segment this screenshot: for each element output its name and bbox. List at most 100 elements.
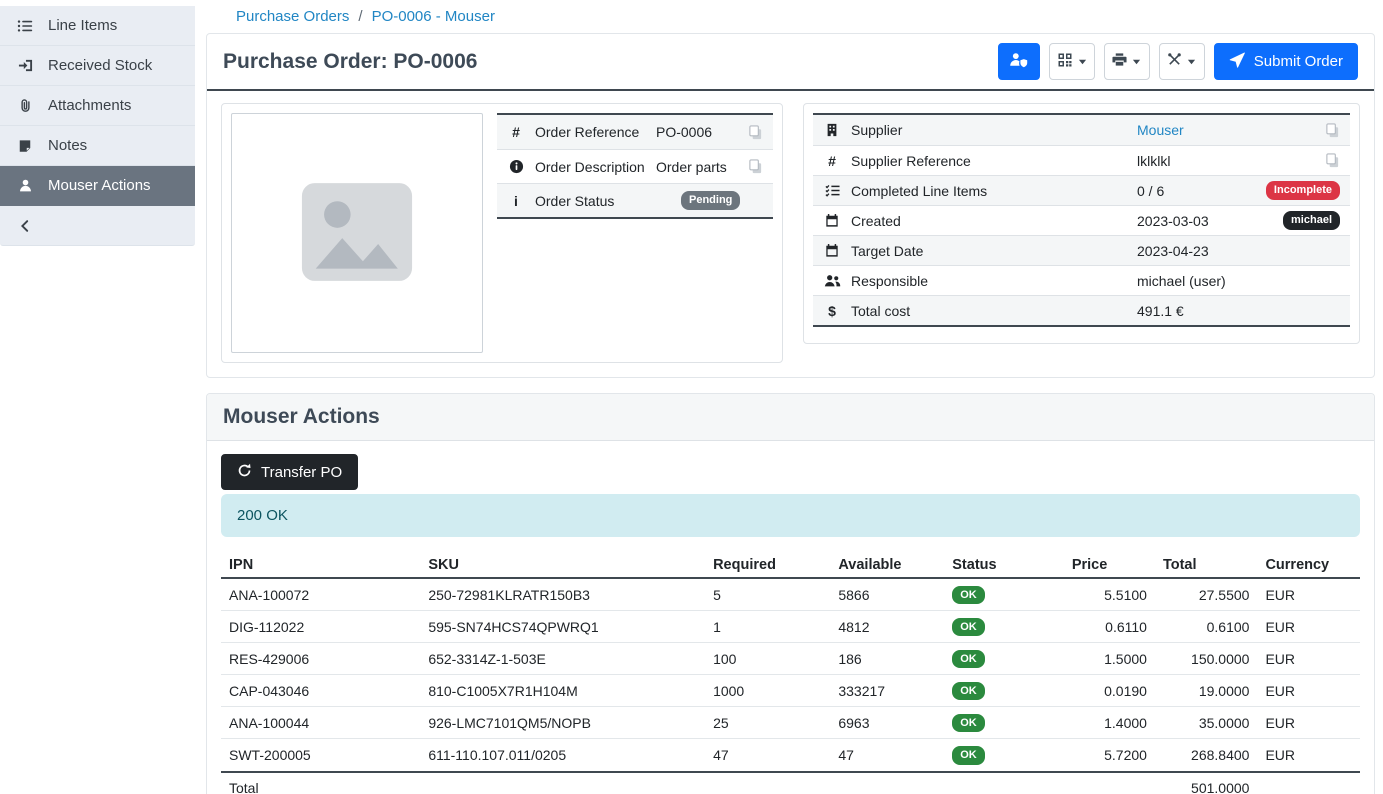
- cell-sku: 810-C1005X7R1H104M: [420, 675, 705, 707]
- calendar-icon: [823, 213, 841, 228]
- table-row: RES-429006652-3314Z-1-503E100186OK1.5000…: [221, 643, 1360, 675]
- cell-required: 47: [705, 739, 830, 772]
- po-toolbar: Submit Order: [998, 43, 1358, 80]
- detail-value: Order parts: [656, 159, 738, 175]
- table-row: DIG-112022595-SN74HCS74QPWRQ114812OK0.61…: [221, 611, 1360, 643]
- breadcrumb-separator: /: [358, 8, 362, 25]
- refresh-icon: [237, 463, 252, 482]
- total-label: Total: [221, 772, 420, 794]
- cell-sku: 611-110.107.011/0205: [420, 739, 705, 772]
- sidebar-item-notes[interactable]: Notes: [0, 126, 195, 166]
- table-row: ANA-100072250-72981KLRATR150B355866OK5.5…: [221, 578, 1360, 611]
- column-header-sku: SKU: [420, 553, 705, 578]
- info-filled-icon: [507, 159, 525, 174]
- cell-available: 4812: [830, 611, 944, 643]
- detail-row: Responsiblemichael (user): [813, 265, 1350, 295]
- supplier-details-box: SupplierMouser#Supplier Referencelklklkl…: [803, 103, 1360, 344]
- cell-status: OK: [944, 611, 1064, 643]
- mouser-actions-title: Mouser Actions: [207, 394, 1374, 441]
- cell-price: 5.7200: [1064, 739, 1155, 772]
- column-header-status: Status: [944, 553, 1064, 578]
- status-ok-badge: OK: [952, 682, 985, 700]
- cell-status: OK: [944, 739, 1064, 772]
- supplier-details-table: SupplierMouser#Supplier Referencelklklkl…: [813, 113, 1350, 327]
- detail-row: #Supplier Referencelklklkl: [813, 145, 1350, 175]
- sidebar-item-received-stock[interactable]: Received Stock: [0, 46, 195, 86]
- incomplete-badge: Incomplete: [1266, 181, 1340, 199]
- cell-required: 1000: [705, 675, 830, 707]
- detail-label: Created: [851, 213, 1127, 229]
- detail-row: SupplierMouser: [813, 115, 1350, 145]
- cell-total: 268.8400: [1155, 739, 1258, 772]
- breadcrumb-link-current-order[interactable]: PO-0006 - Mouser: [372, 8, 495, 25]
- transfer-po-button[interactable]: Transfer PO: [221, 454, 358, 490]
- user-icon: [16, 178, 34, 193]
- parts-table: IPNSKURequiredAvailableStatusPriceTotalC…: [221, 553, 1360, 794]
- copy-button[interactable]: [1325, 123, 1340, 138]
- building-icon: [823, 123, 841, 137]
- copy-button[interactable]: [748, 159, 763, 174]
- cell-total: 35.0000: [1155, 707, 1258, 739]
- sidebar-item-attachments[interactable]: Attachments: [0, 86, 195, 126]
- cell-status: OK: [944, 707, 1064, 739]
- cell-price: 0.0190: [1064, 675, 1155, 707]
- print-actions-button[interactable]: [1104, 43, 1150, 80]
- detail-value: 2023-04-23: [1137, 243, 1340, 259]
- detail-row: i Order Status Pending: [497, 183, 773, 217]
- tools-icon: [1167, 52, 1182, 71]
- order-actions-button[interactable]: [1159, 43, 1205, 80]
- column-header-currency: Currency: [1257, 553, 1360, 578]
- list-check-icon: [823, 183, 841, 198]
- users-icon: [823, 273, 841, 288]
- barcode-actions-button[interactable]: [1049, 43, 1095, 80]
- cell-sku: 652-3314Z-1-503E: [420, 643, 705, 675]
- status-ok-badge: OK: [952, 746, 985, 764]
- cell-currency: EUR: [1257, 707, 1360, 739]
- paperclip-icon: [16, 98, 34, 113]
- cell-sku: 595-SN74HCS74QPWRQ1: [420, 611, 705, 643]
- transfer-po-label: Transfer PO: [261, 464, 342, 481]
- cell-ipn: SWT-200005: [221, 739, 420, 772]
- sidebar: Line Items Received Stock AttachmentsNotes…: [0, 0, 195, 246]
- note-icon: [16, 139, 34, 153]
- table-row: SWT-200005611-110.107.011/02054747OK5.72…: [221, 739, 1360, 772]
- breadcrumb-link-purchase-orders[interactable]: Purchase Orders: [236, 8, 349, 25]
- sign-in-icon: [16, 58, 34, 73]
- sidebar-item-label: Received Stock: [48, 57, 152, 74]
- app: Line Items Received Stock AttachmentsNotes…: [0, 0, 1383, 794]
- detail-row: Completed Line Items0 / 6Incomplete: [813, 175, 1350, 205]
- table-row: CAP-043046810-C1005X7R1H104M1000333217OK…: [221, 675, 1360, 707]
- detail-row: Created2023-03-03michael: [813, 205, 1350, 235]
- po-header: Purchase Order: PO-0006: [207, 34, 1374, 91]
- mouser-actions-panel: Mouser Actions Transfer PO 200 OK IPNSKU…: [206, 393, 1375, 794]
- cell-required: 5: [705, 578, 830, 611]
- cell-required: 25: [705, 707, 830, 739]
- copy-button[interactable]: [1325, 153, 1340, 168]
- cell-available: 186: [830, 643, 944, 675]
- cell-available: 5866: [830, 578, 944, 611]
- send-icon: [1229, 52, 1245, 72]
- sidebar-item-label: Line Items: [48, 17, 117, 34]
- sidebar-item-mouser-actions[interactable]: Mouser Actions: [0, 166, 195, 206]
- detail-row: $Total cost491.1 €: [813, 295, 1350, 325]
- purchase-order-panel: Purchase Order: PO-0006: [206, 33, 1375, 378]
- hash-icon: #: [507, 125, 525, 139]
- submit-order-button[interactable]: Submit Order: [1214, 43, 1358, 80]
- user-actions-button[interactable]: [998, 43, 1040, 80]
- cell-total: 19.0000: [1155, 675, 1258, 707]
- detail-value: 0 / 6: [1137, 183, 1256, 199]
- detail-value: michael (user): [1137, 273, 1340, 289]
- detail-value: 2023-03-03: [1137, 213, 1273, 229]
- user-shield-icon: [1009, 51, 1028, 72]
- copy-button[interactable]: [748, 125, 763, 140]
- order-status-badge: Pending: [681, 191, 740, 209]
- info-icon: i: [507, 194, 525, 208]
- detail-label: Order Status: [535, 193, 671, 209]
- cell-available: 47: [830, 739, 944, 772]
- sidebar-collapse-button[interactable]: [0, 206, 195, 246]
- cell-sku: 250-72981KLRATR150B3: [420, 578, 705, 611]
- sidebar-item-line-items[interactable]: Line Items: [0, 6, 195, 46]
- qrcode-icon: [1057, 52, 1073, 72]
- supplier-link[interactable]: Mouser: [1137, 122, 1184, 138]
- status-ok-badge: OK: [952, 586, 985, 604]
